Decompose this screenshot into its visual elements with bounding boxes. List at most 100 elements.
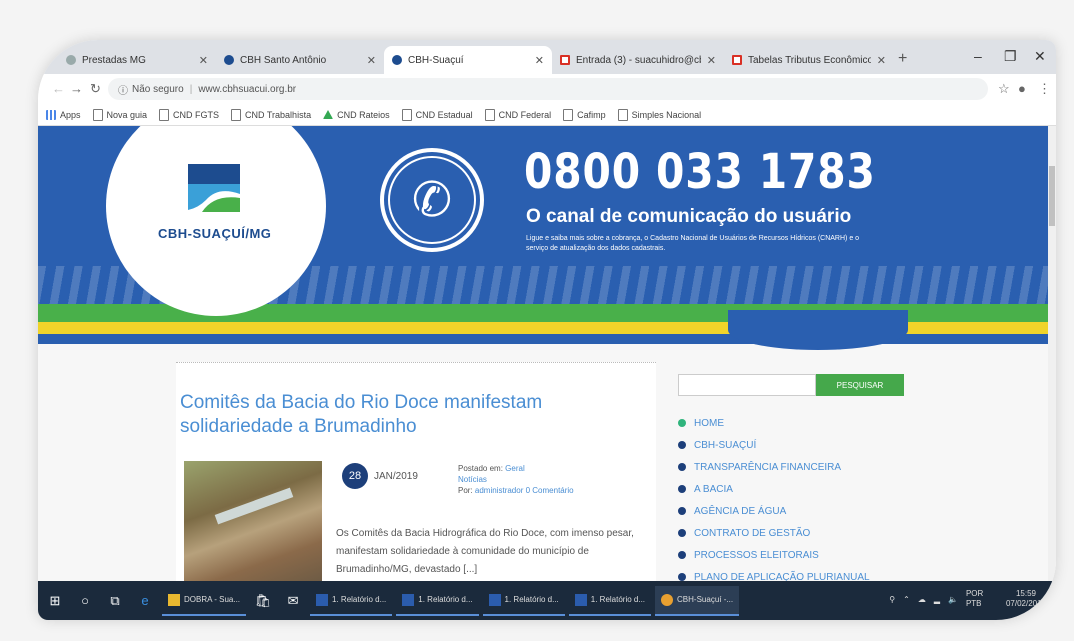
tab-close-icon[interactable]: ✕: [535, 54, 544, 67]
tab-4[interactable]: Entrada (3) - suacuhidro@cb... ✕: [552, 46, 724, 74]
bullet-icon: [678, 529, 686, 537]
tab-5[interactable]: Tabelas Tributus Econômicos ✕: [724, 46, 894, 74]
menu-item-agencia-agua[interactable]: AGÊNCIA DE ÁGUA: [678, 500, 870, 522]
bookmark-cnd-fgts[interactable]: CND FGTS: [159, 108, 219, 121]
post-meta: Postado em: Geral Notícias Por: administ…: [458, 464, 574, 495]
person-icon[interactable]: ⚲: [889, 595, 895, 604]
category-link-2[interactable]: Notícias: [458, 475, 487, 484]
taskbar-app-word-4[interactable]: 1. Relatório d...: [568, 586, 652, 616]
search-button[interactable]: PESQUISAR: [816, 374, 904, 396]
taskbar-app-chrome[interactable]: CBH-Suaçuí -...: [655, 585, 740, 616]
drive-icon: [323, 110, 334, 119]
mail-icon[interactable]: ✉: [280, 588, 306, 614]
post-thumbnail[interactable]: [184, 461, 322, 585]
phone-icon: ✆: [380, 148, 484, 252]
menu-item-a-bacia[interactable]: A BACIA: [678, 478, 870, 500]
menu-kebab-icon[interactable]: ⋮: [1038, 81, 1051, 97]
search-input[interactable]: [678, 374, 816, 396]
menu-item-home[interactable]: HOME: [678, 412, 870, 434]
bookmark-apps[interactable]: Apps: [46, 109, 81, 120]
windows-start-icon[interactable]: ⊞: [42, 588, 68, 614]
clock[interactable]: 15:59 07/02/2019: [998, 589, 1046, 609]
tab-2[interactable]: CBH Santo Antônio ✕: [216, 46, 384, 74]
tab-title: Prestadas MG: [82, 54, 146, 66]
taskbar-app-word-1[interactable]: 1. Relatório d...: [310, 586, 393, 616]
tab-favicon-icon: [392, 55, 402, 65]
url-text: www.cbhsuacui.org.br: [198, 83, 297, 95]
post-title[interactable]: Comitês da Bacia do Rio Doce manifestam …: [180, 391, 600, 439]
tab-1[interactable]: Prestadas MG ✕: [58, 46, 216, 74]
phone-number: 0800 033 1783: [524, 144, 876, 200]
web-page: CBH-SUAÇUÍ/MG ✆ 0800 033 1783 O canal de…: [38, 126, 1056, 585]
system-tray: ⚲ ⌃ ☁ ▂ 🔈 POR PTB 15:59 07/02/2019: [881, 589, 1046, 609]
back-arrow-icon[interactable]: ←: [52, 81, 65, 96]
profile-avatar-icon[interactable]: ●: [1018, 81, 1026, 96]
bullet-icon: [678, 551, 686, 559]
tab-3-active[interactable]: CBH-Suaçuí ✕: [384, 46, 552, 74]
maximize-button[interactable]: ❐: [1004, 48, 1017, 65]
info-icon[interactable]: ⓘ: [118, 82, 128, 97]
tab-close-icon[interactable]: ✕: [877, 54, 886, 67]
language-indicator[interactable]: POR PTB: [966, 589, 990, 609]
taskbar-app-word-3[interactable]: 1. Relatório d...: [482, 586, 565, 616]
page-icon: [401, 108, 412, 121]
bookmark-cnd-federal[interactable]: CND Federal: [484, 108, 551, 121]
author-link[interactable]: administrador: [475, 486, 523, 495]
chevron-up-icon[interactable]: ⌃: [903, 595, 910, 604]
bookmark-cafimp[interactable]: Cafimp: [563, 108, 606, 121]
close-window-button[interactable]: ✕: [1034, 48, 1046, 65]
tab-favicon-icon: [224, 55, 234, 65]
edge-icon[interactable]: e: [132, 588, 158, 614]
tab-title: CBH Santo Antônio: [240, 54, 327, 66]
post-card: Comitês da Bacia do Rio Doce manifestam …: [176, 362, 656, 585]
page-scrollbar[interactable]: [1048, 126, 1056, 581]
menu-item-transparencia[interactable]: TRANSPARÊNCIA FINANCEIRA: [678, 456, 870, 478]
cloud-icon[interactable]: ☁: [918, 595, 926, 604]
task-view-icon[interactable]: ⧉: [102, 588, 128, 614]
taskbar-app-explorer[interactable]: DOBRA - Sua...: [162, 586, 247, 616]
post-excerpt: Os Comitês da Bacia Hidrográfica do Rio …: [336, 528, 634, 575]
network-icon[interactable]: ▂: [934, 595, 940, 604]
browser-tab-strip: Prestadas MG ✕ CBH Santo Antônio ✕ CBH-S…: [38, 40, 1056, 74]
bookmark-star-icon[interactable]: ☆: [998, 81, 1010, 97]
screenshot-frame: Prestadas MG ✕ CBH Santo Antônio ✕ CBH-S…: [38, 40, 1056, 620]
forward-arrow-icon[interactable]: →: [70, 81, 83, 96]
windows-taskbar: ⊞ ○ ⧉ e DOBRA - Sua... 🛍 ✉ 1. Relatório …: [38, 581, 1056, 620]
tab-close-icon[interactable]: ✕: [707, 54, 716, 67]
new-tab-button[interactable]: +: [898, 50, 907, 68]
tab-close-icon[interactable]: ✕: [199, 54, 208, 67]
banner-description: Ligue e saiba mais sobre a cobrança, o C…: [526, 235, 860, 252]
tab-title: Entrada (3) - suacuhidro@cb...: [576, 54, 701, 66]
menu-item-cbh-suacui[interactable]: CBH-SUAÇUÍ: [678, 434, 870, 456]
bookmark-simples-nacional[interactable]: Simples Nacional: [617, 108, 701, 121]
store-icon[interactable]: 🛍: [250, 588, 276, 614]
menu-item-contrato-gestao[interactable]: CONTRATO DE GESTÃO: [678, 522, 870, 544]
gmail-icon: [560, 55, 570, 65]
tab-close-icon[interactable]: ✕: [367, 54, 376, 67]
taskbar-app-word-2[interactable]: 1. Relatório d...: [396, 586, 479, 616]
url-field[interactable]: ⓘ Não seguro | www.cbhsuacui.org.br: [108, 78, 988, 100]
chrome-icon: [661, 593, 674, 606]
page-icon: [159, 108, 170, 121]
minimize-button[interactable]: –: [974, 48, 982, 64]
tab-title: Tabelas Tributus Econômicos: [748, 54, 871, 66]
comments-link[interactable]: 0 Comentário: [526, 486, 574, 495]
scrollbar-thumb[interactable]: [1049, 166, 1055, 226]
folder-icon: [168, 593, 180, 606]
bookmark-cnd-rateios[interactable]: CND Rateios: [323, 110, 390, 120]
word-icon: [402, 593, 415, 606]
logo-text: CBH-SUAÇUÍ/MG: [158, 226, 272, 241]
bullet-icon: [678, 507, 686, 515]
cbh-logo-icon: [188, 164, 240, 212]
bookmark-cnd-trabalhista[interactable]: CND Trabalhista: [231, 108, 311, 121]
reload-icon[interactable]: ↻: [90, 81, 101, 97]
category-link[interactable]: Geral: [505, 464, 525, 473]
bookmark-nova-guia[interactable]: Nova guia: [92, 108, 147, 121]
menu-item-processos-eleitorais[interactable]: PROCESSOS ELEITORAIS: [678, 544, 870, 566]
speaker-icon[interactable]: 🔈: [948, 595, 958, 604]
word-icon: [316, 593, 329, 606]
bookmark-cnd-estadual[interactable]: CND Estadual: [401, 108, 473, 121]
sidebar: PESQUISAR HOME CBH-SUAÇUÍ TRANSPARÊNCIA …: [678, 362, 1008, 583]
page-icon: [484, 108, 495, 121]
search-icon[interactable]: ○: [72, 588, 98, 614]
